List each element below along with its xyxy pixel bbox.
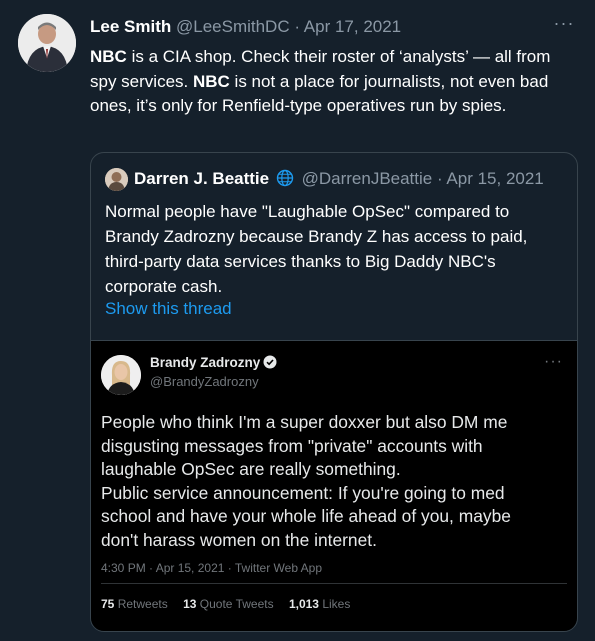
- embedded-text-line: Public service announcement: If you're g…: [101, 482, 505, 503]
- quoted-handle-date[interactable]: @DarrenJBeattie · Apr 15, 2021: [302, 169, 544, 188]
- quoted-text: Normal people have "Laughable OpSec" com…: [105, 202, 528, 296]
- more-options-icon[interactable]: ···: [553, 14, 575, 36]
- quoted-author-avatar[interactable]: [105, 168, 128, 191]
- embedded-author-name-text: Brandy Zadrozny: [150, 355, 261, 370]
- embedded-author-handle: @BrandyZadrozny: [150, 374, 259, 389]
- tweet-header: Lee Smith @LeeSmithDC · Apr 17, 2021: [90, 17, 575, 41]
- retweets-count: 75: [101, 597, 115, 611]
- embedded-stats: 75 Retweets 13 Quote Tweets 1,013 Likes: [101, 597, 362, 611]
- likes-stat: 1,013 Likes: [289, 597, 350, 611]
- quoted-header: Darren J. Beattie @DarrenJBeattie · Apr …: [134, 169, 544, 192]
- quote-tweets-count: 13: [183, 597, 197, 611]
- globe-icon: [276, 169, 294, 192]
- embedded-author-avatar: [101, 355, 141, 395]
- retweets-label: Retweets: [117, 597, 168, 611]
- tweet[interactable]: Lee Smith @LeeSmithDC · Apr 17, 2021 ···…: [0, 0, 595, 641]
- embedded-timestamp: 4:30 PM · Apr 15, 2021 · Twitter Web App: [101, 561, 323, 575]
- tweet-bold-1: NBC: [90, 47, 127, 66]
- author-name[interactable]: Lee Smith: [90, 17, 171, 36]
- avatar-image: [18, 14, 76, 72]
- tweet-text: NBC is a CIA shop. Check their roster of…: [90, 45, 570, 119]
- quoted-avatar-image: [105, 168, 128, 191]
- likes-label: Likes: [322, 597, 351, 611]
- verified-badge-icon: [263, 355, 277, 372]
- embedded-tweet-screenshot[interactable]: Brandy Zadrozny @BrandyZadrozny ··· Peop…: [91, 340, 577, 631]
- embedded-text-line: disgusting messages from "private" accou…: [101, 435, 483, 456]
- embedded-tweet-text: People who think I'm a super doxxer but …: [101, 411, 566, 552]
- quoted-tweet[interactable]: Darren J. Beattie @DarrenJBeattie · Apr …: [90, 152, 578, 632]
- tweet-bold-2: NBC: [192, 71, 230, 91]
- embedded-more-icon: ···: [544, 353, 563, 370]
- embedded-text-line: don't harass women on the internet.: [101, 529, 377, 550]
- author-handle-date[interactable]: @LeeSmithDC · Apr 17, 2021: [176, 17, 401, 36]
- quote-tweets-stat: 13 Quote Tweets: [183, 597, 274, 611]
- embedded-text-line: school and have your whole life ahead of…: [101, 506, 511, 526]
- embedded-author-name: Brandy Zadrozny: [150, 355, 277, 372]
- likes-count: 1,013: [288, 597, 319, 611]
- quoted-author-name[interactable]: Darren J. Beattie: [134, 169, 269, 188]
- embedded-text-line: laughable OpSec are really something.: [101, 459, 401, 479]
- author-avatar[interactable]: [18, 14, 76, 72]
- embedded-divider: [101, 583, 567, 584]
- embedded-text-line: People who think I'm a super doxxer but …: [101, 412, 508, 432]
- quote-tweets-label: Quote Tweets: [199, 597, 274, 611]
- show-thread-link[interactable]: Show this thread: [105, 299, 232, 319]
- embedded-avatar-image: [101, 355, 141, 395]
- retweets-stat: 75 Retweets: [101, 597, 168, 611]
